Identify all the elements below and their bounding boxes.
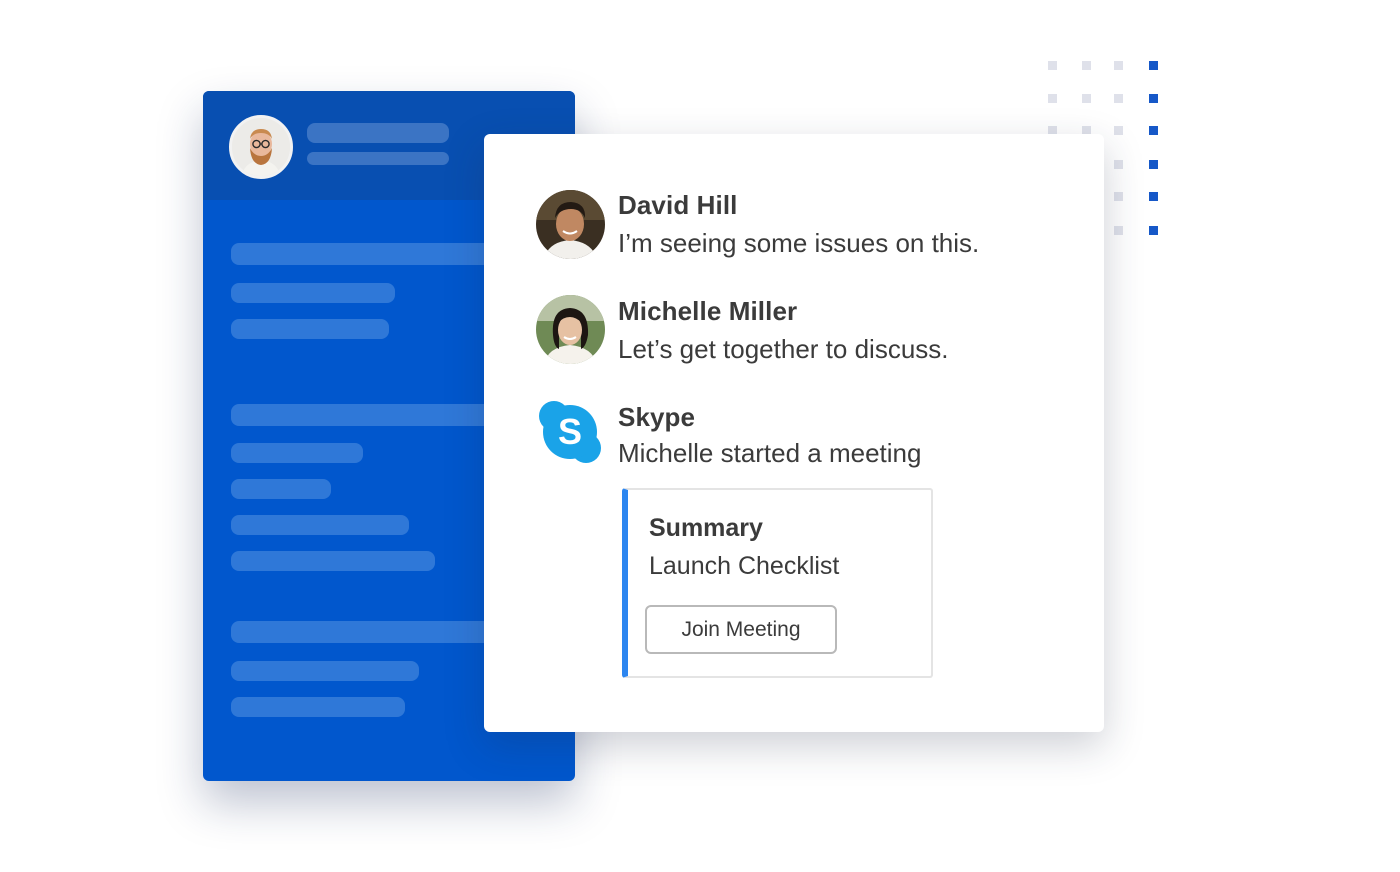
placeholder-bar	[231, 551, 435, 571]
david-hill-avatar[interactable]	[536, 190, 605, 259]
placeholder-bar	[231, 319, 389, 339]
sender-name: David Hill	[618, 190, 738, 220]
sender-name: Skype	[618, 402, 696, 432]
message-text: I’m seeing some issues on this.	[618, 228, 980, 258]
placeholder-bar	[231, 697, 405, 717]
sidebar-subtitle-placeholder	[307, 152, 449, 165]
skype-logo-icon: S	[538, 400, 604, 466]
michelle-miller-avatar[interactable]	[536, 295, 605, 364]
sidebar-title-placeholder	[307, 123, 449, 143]
placeholder-bar	[231, 661, 419, 681]
placeholder-bar	[231, 283, 395, 303]
bearded-man-avatar[interactable]	[229, 115, 293, 179]
skype-logo-letter: S	[558, 411, 582, 452]
placeholder-bar	[231, 515, 409, 535]
meeting-summary-card: Summary Launch Checklist Join Meeting	[622, 488, 933, 678]
sender-name: Michelle Miller	[618, 296, 798, 326]
message-text: Let’s get together to discuss.	[618, 334, 949, 364]
join-meeting-button[interactable]: Join Meeting	[645, 605, 837, 654]
placeholder-bar	[231, 479, 331, 499]
placeholder-bar	[231, 443, 363, 463]
summary-title: Summary	[649, 514, 763, 542]
summary-subtitle: Launch Checklist	[649, 552, 840, 580]
chat-card: David Hill I’m seeing some issues on thi…	[484, 134, 1104, 732]
message-text: Michelle started a meeting	[618, 438, 922, 468]
